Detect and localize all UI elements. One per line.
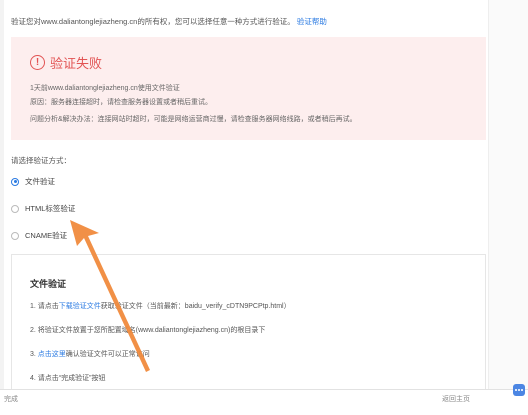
radio-html-tag-verify-label: HTML标签验证 [25, 204, 76, 213]
step-4: 4. 请点击“完成验证”按钮 [30, 375, 106, 382]
file-verify-title: 文件验证 [30, 279, 67, 289]
radio-file-verify-label: 文件验证 [25, 177, 55, 186]
radio-file-verify[interactable]: 文件验证 [11, 176, 55, 187]
dot [514, 389, 517, 391]
intro-text: 验证您对www.daliantonglejiazheng.cn的所有权，您可以选… [11, 16, 327, 27]
method-label: 请选择验证方式： [11, 156, 71, 165]
step-3: 3. 点击这里确认验证文件可以正常访问 [30, 349, 150, 359]
bottom-right-text[interactable]: 返回主页 [442, 394, 470, 404]
download-verify-file-link[interactable]: 下载验证文件 [59, 303, 101, 310]
radio-html-tag-verify[interactable]: HTML标签验证 [11, 203, 75, 214]
step-2: 2. 将验证文件放置于您所配置域名(www.daliantonglejiazhe… [30, 327, 266, 334]
step-3-suffix: 确认验证文件可以正常访问 [65, 351, 150, 358]
help-link[interactable]: 验证帮助 [297, 17, 327, 26]
radio-cname-verify[interactable]: CNAME验证 [11, 230, 67, 241]
page: 验证您对www.daliantonglejiazheng.cn的所有权，您可以选… [0, 0, 528, 415]
radio-unchecked-icon[interactable] [11, 231, 19, 240]
click-here-link[interactable]: 点击这里 [38, 351, 66, 358]
error-reason-line: 原因：服务器连接超时，请检查服务器设置或者稍后重试。 [30, 99, 212, 106]
right-side-panel [488, 0, 528, 415]
intro-sentence: 验证您对www.daliantonglejiazheng.cn的所有权，您可以选… [11, 17, 295, 26]
error-title: ! 验证失败 [30, 53, 102, 72]
error-solution-line: 问题分析&解决办法：连接网站时超时，可能是网络运营商过慢，请检查服务器网络线路，… [30, 116, 357, 123]
bottom-bar: 完成 返回主页 [0, 389, 528, 415]
radio-unchecked-icon[interactable] [11, 204, 19, 213]
dot [521, 389, 524, 391]
bottom-left-text[interactable]: 完成 [4, 394, 18, 404]
error-exclamation-icon: ! [30, 55, 45, 70]
more-menu-icon[interactable] [513, 384, 525, 396]
step-1-prefix: 1. 请点击 [30, 303, 59, 310]
step-3-prefix: 3. [30, 351, 38, 358]
step-1: 1. 请点击下载验证文件获取验证文件（当前最新：baidu_verify_cDT… [30, 301, 291, 311]
error-panel: ! 验证失败 1天前www.daliantonglejiazheng.cn使用文… [11, 37, 486, 140]
step-1-suffix: 获取验证文件（当前最新：baidu_verify_cDTN9PCPtp.html… [100, 303, 291, 310]
radio-cname-verify-label: CNAME验证 [25, 231, 68, 240]
radio-checked-icon[interactable] [11, 177, 19, 186]
error-history-line: 1天前www.daliantonglejiazheng.cn使用文件验证 [30, 85, 180, 92]
left-scroll-strip [0, 0, 4, 415]
dot [518, 389, 520, 391]
error-title-text: 验证失败 [50, 56, 103, 71]
